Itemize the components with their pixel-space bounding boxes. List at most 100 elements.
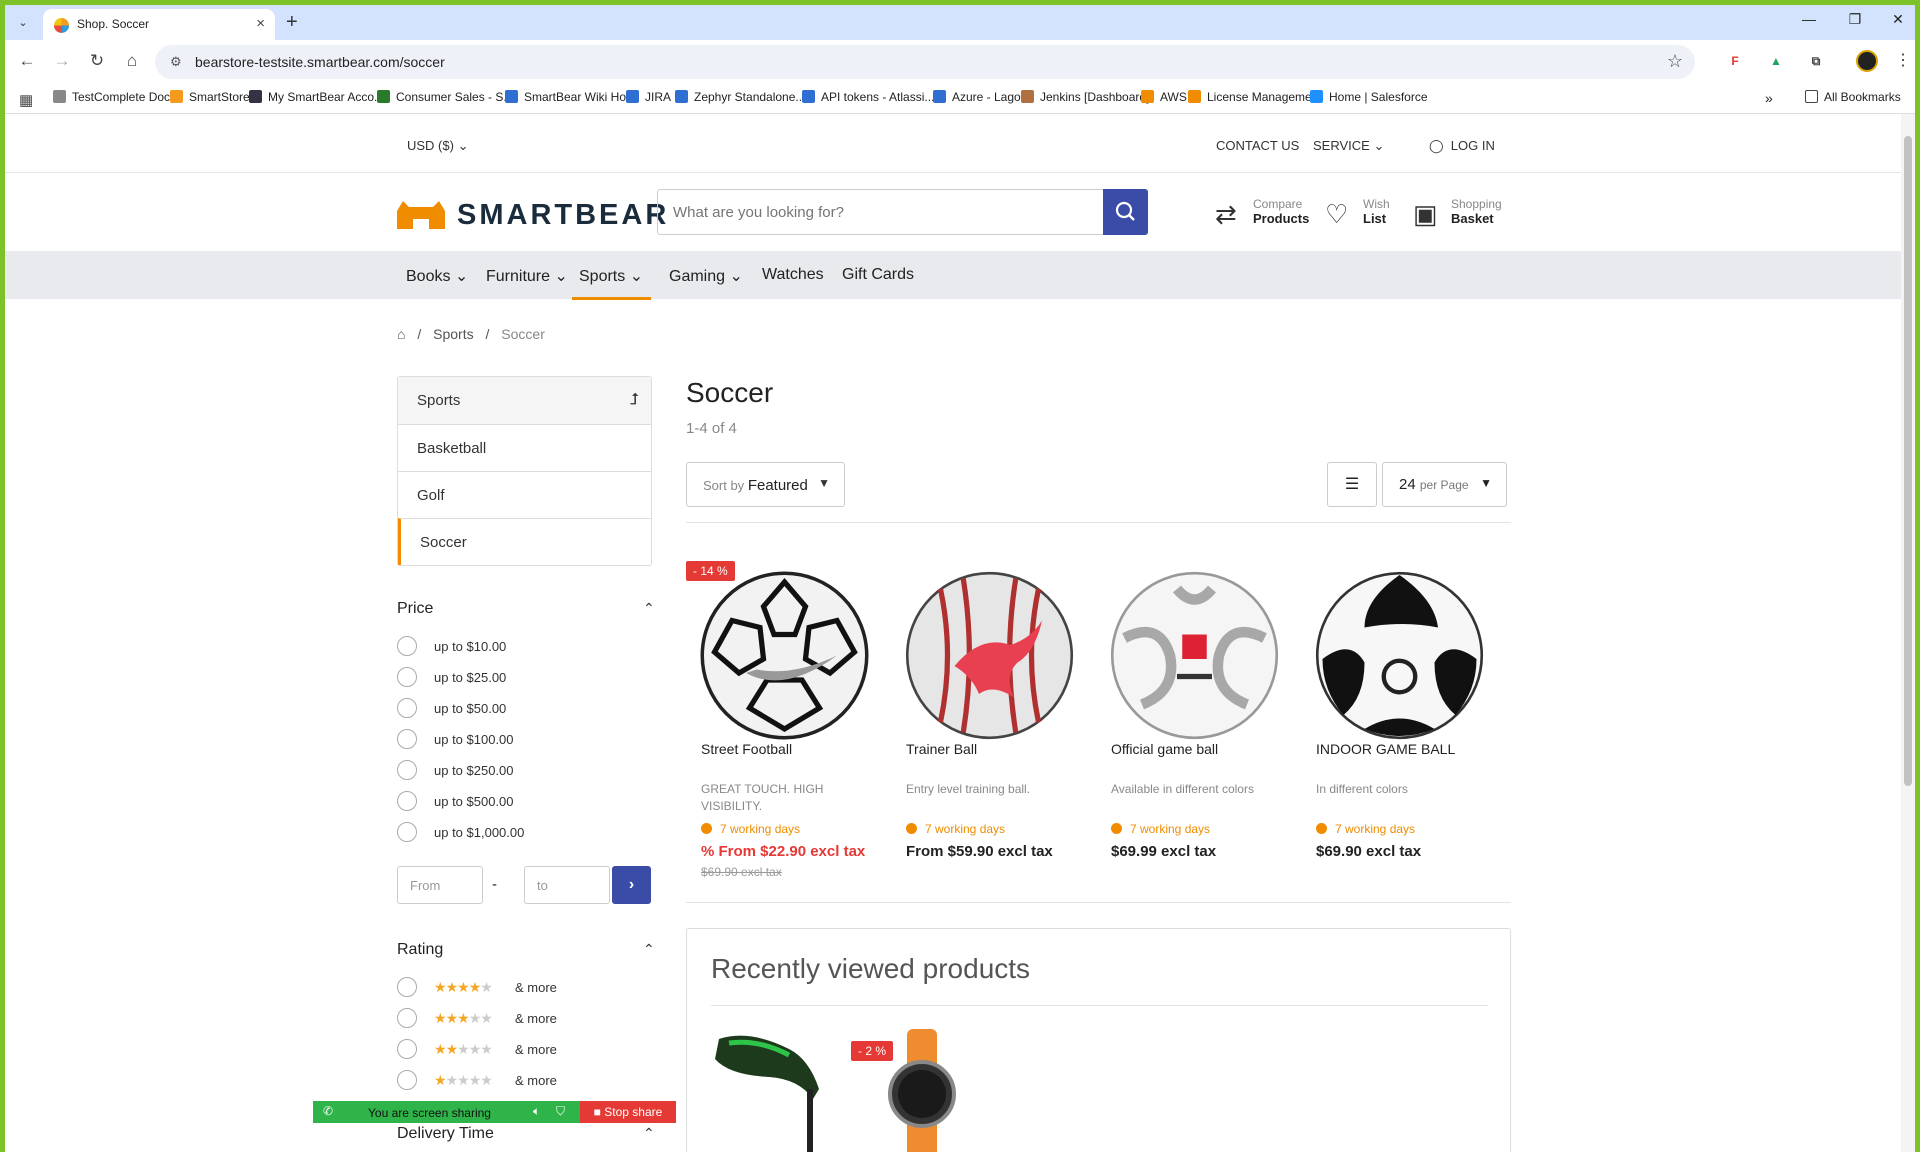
price-facet-title[interactable]: Price bbox=[397, 600, 433, 618]
nav-gaming[interactable]: Gaming ⌄ bbox=[669, 266, 743, 286]
level-up-icon[interactable]: ⮥ bbox=[630, 391, 639, 409]
radio-button[interactable] bbox=[397, 698, 417, 718]
close-tab-icon[interactable]: × bbox=[256, 15, 265, 32]
radio-button[interactable] bbox=[397, 760, 417, 780]
bookmark-item[interactable]: Jenkins [Dashboard] bbox=[1021, 90, 1149, 104]
radio-button[interactable] bbox=[397, 791, 417, 811]
product-name[interactable]: Street Football bbox=[701, 741, 792, 757]
nav-gift-cards[interactable]: Gift Cards bbox=[842, 266, 914, 284]
radio-button[interactable] bbox=[397, 1070, 417, 1090]
category-parent-sports[interactable]: Sports ⮥ bbox=[398, 377, 651, 424]
close-window-icon[interactable]: ✕ bbox=[1878, 11, 1918, 28]
bookmark-item[interactable]: API tokens - Atlassi... bbox=[802, 90, 934, 104]
chevron-up-icon[interactable]: ⌃ bbox=[643, 600, 655, 617]
reload-icon[interactable]: ↻ bbox=[85, 51, 109, 71]
login-link[interactable]: ◯ LOG IN bbox=[1429, 138, 1495, 154]
radio-button[interactable] bbox=[397, 977, 417, 997]
url-text[interactable]: bearstore-testsite.smartbear.com/soccer bbox=[195, 54, 445, 70]
forward-icon[interactable]: → bbox=[50, 51, 74, 71]
phone-icon[interactable]: ✆ bbox=[323, 1104, 333, 1118]
bookmark-item[interactable]: TestComplete Docs bbox=[53, 90, 176, 104]
nav-furniture[interactable]: Furniture ⌄ bbox=[486, 266, 568, 286]
bookmark-item[interactable]: Consumer Sales - S... bbox=[377, 90, 513, 104]
stop-share-button[interactable]: ■ Stop share bbox=[580, 1101, 676, 1123]
service-menu[interactable]: SERVICE ⌄ bbox=[1313, 138, 1384, 154]
bookmark-item[interactable]: SmartStore bbox=[170, 90, 250, 104]
site-info-icon[interactable]: ⚙ bbox=[170, 54, 182, 70]
search-input[interactable] bbox=[673, 204, 1093, 221]
shield-icon[interactable]: ⛉ bbox=[556, 1104, 565, 1119]
speaker-icon[interactable]: 🔈︎ bbox=[533, 1104, 540, 1119]
home-icon[interactable]: ⌂ bbox=[120, 51, 144, 71]
bookmark-item[interactable]: SmartBear Wiki Ho... bbox=[505, 90, 636, 104]
radio-button[interactable] bbox=[397, 729, 417, 749]
product-name[interactable]: Trainer Ball bbox=[906, 741, 977, 757]
currency-selector[interactable]: USD ($) ⌄ bbox=[407, 138, 468, 154]
watch-image[interactable] bbox=[877, 1029, 967, 1152]
home-icon[interactable]: ⌂ bbox=[397, 326, 405, 342]
bookmark-item[interactable]: JIRA bbox=[626, 90, 671, 104]
more-bookmarks-icon[interactable]: » bbox=[1765, 90, 1773, 106]
chevron-up-icon[interactable]: ⌃ bbox=[643, 941, 655, 958]
list-view-button[interactable]: ☰ bbox=[1327, 462, 1377, 507]
radio-button[interactable] bbox=[397, 667, 417, 687]
new-tab-icon[interactable]: + bbox=[286, 12, 298, 32]
all-bookmarks[interactable]: All Bookmarks bbox=[1805, 90, 1901, 104]
official-game-ball-image[interactable] bbox=[1107, 568, 1282, 743]
contact-us-link[interactable]: CONTACT US bbox=[1216, 138, 1299, 153]
product-card[interactable]: Official game ball Available in differen… bbox=[1096, 552, 1291, 892]
extensions-icon[interactable]: ⧉ bbox=[1808, 53, 1824, 69]
nav-sports[interactable]: Sports ⌄ bbox=[572, 266, 652, 300]
bookmark-item[interactable]: Zephyr Standalone... bbox=[675, 90, 805, 104]
tab-search-icon[interactable]: ⌄ bbox=[13, 13, 33, 33]
search-button[interactable] bbox=[1103, 189, 1148, 235]
restore-icon[interactable]: ❐ bbox=[1835, 11, 1875, 28]
delivery-facet-title[interactable]: Delivery Time bbox=[397, 1125, 494, 1143]
product-name[interactable]: Official game ball bbox=[1111, 741, 1218, 757]
search-icon bbox=[1115, 201, 1135, 221]
radio-button[interactable] bbox=[397, 1039, 417, 1059]
page-scrollbar[interactable] bbox=[1901, 114, 1915, 1152]
profile-avatar[interactable] bbox=[1856, 50, 1878, 72]
radio-button[interactable] bbox=[397, 822, 417, 842]
browser-tab[interactable]: Shop. Soccer × bbox=[43, 9, 275, 40]
street-football-image[interactable] bbox=[697, 568, 872, 743]
trainer-ball-image[interactable] bbox=[902, 568, 1077, 743]
product-card[interactable]: - 14 % Street Football GREAT TOUCH. HIGH… bbox=[686, 552, 881, 892]
indoor-game-ball-image[interactable] bbox=[1312, 568, 1487, 743]
apply-price-button[interactable]: › bbox=[612, 866, 651, 904]
back-icon[interactable]: ← bbox=[15, 51, 39, 71]
radio-button[interactable] bbox=[397, 636, 417, 656]
scrollbar-thumb[interactable] bbox=[1904, 136, 1912, 786]
sort-dropdown[interactable]: Sort by Featured ▼ bbox=[686, 462, 845, 507]
bookmark-item[interactable]: AWS bbox=[1141, 90, 1187, 104]
apps-grid-icon[interactable]: ▦ bbox=[19, 91, 33, 109]
delivery-dot-icon bbox=[906, 823, 917, 834]
bookmark-item[interactable]: Azure - Lago bbox=[933, 90, 1021, 104]
nav-books[interactable]: Books ⌄ bbox=[406, 266, 468, 286]
price-to-input[interactable]: to bbox=[524, 866, 610, 904]
breadcrumb-sports[interactable]: Sports bbox=[433, 326, 473, 342]
product-name[interactable]: INDOOR GAME BALL bbox=[1316, 741, 1455, 757]
chevron-up-icon[interactable]: ⌃ bbox=[643, 1125, 655, 1142]
address-bar[interactable]: ⚙ bearstore-testsite.smartbear.com/socce… bbox=[155, 45, 1695, 79]
price-from-input[interactable]: From bbox=[397, 866, 483, 904]
figma-extension-icon[interactable]: F bbox=[1727, 53, 1743, 69]
golf-club-image[interactable] bbox=[709, 1029, 824, 1152]
category-golf[interactable]: Golf bbox=[398, 471, 651, 518]
menu-kebab-icon[interactable]: ⋮ bbox=[1895, 50, 1911, 70]
rating-facet-title[interactable]: Rating bbox=[397, 941, 443, 959]
minimize-icon[interactable]: — bbox=[1789, 11, 1829, 27]
bookmark-item[interactable]: My SmartBear Acco... bbox=[249, 90, 384, 104]
category-soccer[interactable]: Soccer bbox=[398, 518, 651, 565]
product-card[interactable]: INDOOR GAME BALL In different colors 7 w… bbox=[1301, 552, 1496, 892]
product-card[interactable]: Trainer Ball Entry level training ball. … bbox=[891, 552, 1086, 892]
bookmark-star-icon[interactable]: ☆ bbox=[1667, 51, 1683, 72]
bookmark-item[interactable]: License Manageme... bbox=[1188, 90, 1322, 104]
radio-button[interactable] bbox=[397, 1008, 417, 1028]
drive-extension-icon[interactable]: ▲ bbox=[1768, 53, 1784, 69]
nav-watches[interactable]: Watches bbox=[762, 266, 824, 284]
bookmark-item[interactable]: Home | Salesforce bbox=[1310, 90, 1428, 104]
per-page-dropdown[interactable]: 24 per Page ▼ bbox=[1382, 462, 1507, 507]
category-basketball[interactable]: Basketball bbox=[398, 424, 651, 471]
